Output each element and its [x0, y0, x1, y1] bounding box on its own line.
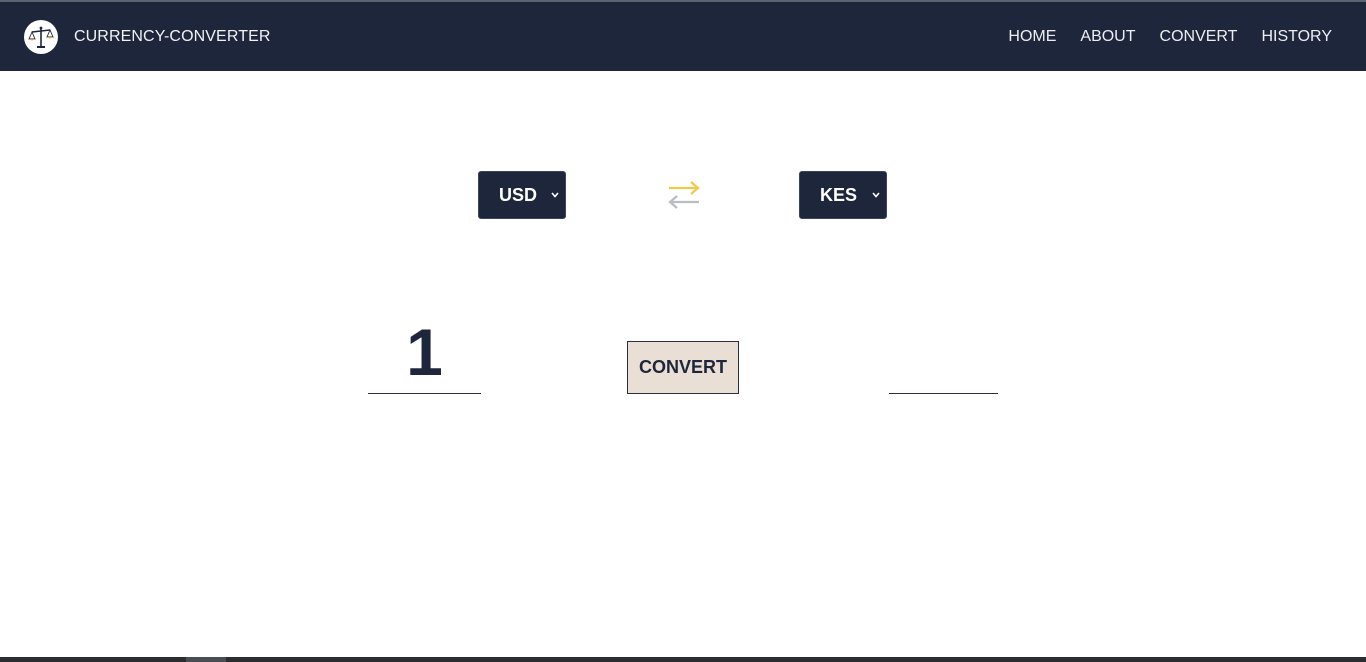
taskbar [0, 657, 1366, 662]
from-currency-value: USD [499, 184, 538, 205]
nav-home-link[interactable]: HOME [1008, 28, 1056, 46]
to-currency-value: KES [820, 184, 858, 205]
chevron-down-icon [872, 188, 880, 202]
amount-input[interactable]: 1 [368, 312, 481, 394]
nav-about-link[interactable]: ABOUT [1080, 28, 1135, 46]
swap-arrows-icon[interactable] [664, 178, 704, 214]
to-currency-select[interactable]: KES [799, 171, 887, 219]
nav-history-link[interactable]: HISTORY [1261, 28, 1332, 46]
nav-links: HOME ABOUT CONVERT HISTORY [1008, 28, 1332, 46]
from-currency-select[interactable]: USD [478, 171, 566, 219]
chevron-down-icon [551, 188, 559, 202]
convert-button[interactable]: CONVERT [627, 341, 739, 394]
amount-value[interactable]: 1 [368, 312, 481, 392]
taskbar-item[interactable] [186, 657, 226, 662]
scales-icon[interactable] [24, 19, 58, 54]
nav-convert-link[interactable]: CONVERT [1160, 28, 1238, 46]
result-field[interactable] [889, 340, 998, 394]
brand[interactable]: CURRENCY-CONVERTER [24, 19, 271, 54]
brand-title[interactable]: CURRENCY-CONVERTER [74, 28, 271, 46]
navbar: CURRENCY-CONVERTER HOME ABOUT CONVERT HI… [0, 2, 1366, 71]
